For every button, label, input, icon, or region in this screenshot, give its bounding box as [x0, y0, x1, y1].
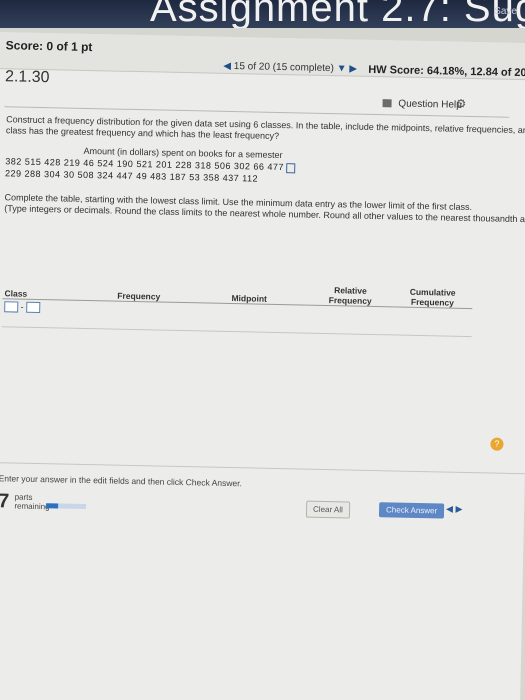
header-relative-frequency: Relative Frequency — [307, 284, 393, 307]
table-bottom-divider — [1, 326, 472, 338]
cumulative-frequency-cell — [392, 307, 472, 324]
class-dash: - — [20, 301, 24, 312]
class-upper-input[interactable] — [25, 301, 40, 314]
gear-icon[interactable]: ⚙ — [455, 97, 466, 111]
parts-label-2: remaining — [14, 501, 50, 512]
question-id: 2.1.30 — [4, 68, 50, 87]
relative-frequency-cell — [308, 305, 393, 323]
clear-all-button[interactable]: Clear All — [305, 500, 351, 519]
data-copy-icon[interactable] — [285, 162, 296, 173]
parts-label-1: parts — [14, 492, 33, 502]
save-link[interactable]: Save — [494, 6, 517, 17]
part-prev-icon[interactable]: ◀ — [446, 504, 453, 514]
header-frequency: Frequency — [86, 280, 191, 303]
list-icon — [382, 99, 392, 108]
footer-divider — [0, 461, 525, 475]
hw-score: HW Score: 64.18%, 12.84 of 20 pts — [368, 63, 525, 80]
assignment-title: Assignment 2.7: Suggested Homework — [150, 0, 525, 28]
question-position[interactable]: 15 of 20 (15 complete) — [234, 61, 334, 74]
class-cell: - — [2, 299, 87, 317]
score-bar: Score: 0 of 1 pt ◀ 15 of 20 (15 complete… — [0, 32, 525, 81]
parts-label: parts remaining — [14, 493, 50, 512]
question-help-button[interactable]: Question Help — [382, 98, 462, 111]
parts-progress-bar — [46, 503, 87, 510]
midpoint-cell — [190, 303, 308, 321]
question-help-label: Question Help — [398, 98, 462, 111]
triangle-down-icon[interactable]: ▼ — [337, 63, 347, 74]
frequency-cell — [87, 301, 191, 319]
triangle-left-icon[interactable]: ◀ — [223, 61, 231, 72]
header-midpoint: Midpoint — [190, 282, 309, 306]
part-navigator: ◀ ▶ — [446, 504, 463, 515]
help-badge-icon[interactable]: ? — [490, 437, 504, 451]
parts-remaining: 7 parts remaining — [0, 489, 50, 512]
triangle-right-icon[interactable]: ▶ — [349, 63, 357, 74]
header-cumulative-frequency: Cumulative Frequency — [392, 286, 473, 309]
class-lower-input[interactable] — [4, 301, 19, 313]
parts-progress-fill — [46, 503, 59, 509]
assignment-banner: Assignment 2.7: Suggested Homework Save — [0, 0, 525, 28]
answer-prompt: Enter your answer in the edit fields and… — [0, 473, 243, 489]
question-page: Score: 0 of 1 pt ◀ 15 of 20 (15 complete… — [0, 32, 525, 700]
screen-photo: Score: 0 of 1 pt ◀ 15 of 20 (15 complete… — [0, 28, 525, 700]
parts-count: 7 — [0, 489, 10, 512]
question-navigator: ◀ 15 of 20 (15 complete) ▼ ▶ — [223, 61, 357, 75]
score-label: Score: 0 of 1 pt — [5, 38, 93, 55]
header-class: Class — [2, 278, 88, 301]
part-next-icon[interactable]: ▶ — [455, 504, 462, 514]
check-answer-button[interactable]: Check Answer — [378, 502, 445, 519]
frequency-table: Class Frequency Midpoint Relative Freque… — [2, 278, 473, 324]
